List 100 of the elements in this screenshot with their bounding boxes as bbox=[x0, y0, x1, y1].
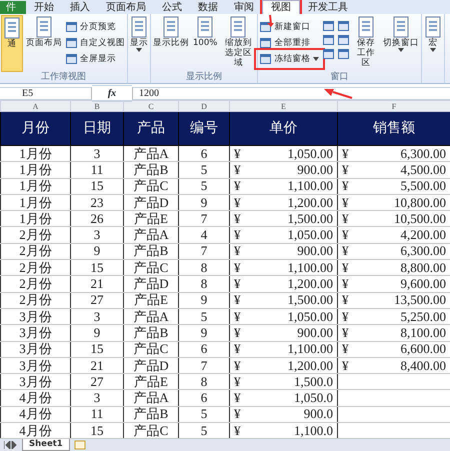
cell-value: 5,250.00 bbox=[400, 310, 446, 324]
table-cell: 15 bbox=[70, 341, 124, 358]
currency-symbol: ¥ bbox=[234, 374, 240, 389]
cell-value: 10,800.00 bbox=[394, 196, 446, 210]
column-header: 销售额 bbox=[338, 112, 450, 146]
table-cell: 1月份 bbox=[0, 146, 70, 162]
ribbon-button[interactable]: 缩放到选定区域 bbox=[220, 15, 256, 72]
ribbon-icon-button[interactable] bbox=[322, 35, 336, 45]
ribbon-button[interactable]: 自定义视图 bbox=[65, 37, 126, 49]
window-icon bbox=[338, 21, 350, 31]
cell-value: 4,500.00 bbox=[400, 162, 446, 177]
table-cell: 27 bbox=[70, 292, 124, 308]
column-letter[interactable]: D bbox=[178, 100, 230, 112]
ribbon-button[interactable]: 保存工作区 bbox=[352, 15, 380, 72]
column-header: 编号 bbox=[178, 112, 230, 146]
table-cell: 产品D bbox=[124, 276, 178, 292]
table-cell: 3月份 bbox=[0, 341, 70, 358]
table-cell: 8 bbox=[178, 374, 230, 390]
table-cell: 5 bbox=[178, 162, 230, 178]
cell-value: 9,600.00 bbox=[400, 277, 446, 292]
document-icon bbox=[3, 17, 21, 39]
cell-value: 1,500.00 bbox=[288, 212, 333, 226]
cell-value: 13,500.00 bbox=[394, 293, 446, 308]
table-cell: 4 bbox=[178, 226, 230, 244]
name-box[interactable]: E5 bbox=[0, 87, 92, 100]
table-cell: 23 bbox=[70, 194, 124, 211]
cell-value: 1,500.0 bbox=[294, 374, 333, 389]
currency-symbol: ¥ bbox=[234, 310, 240, 324]
cell-value: 5,500.00 bbox=[400, 179, 446, 194]
ribbon-tab[interactable]: 视图 bbox=[262, 0, 300, 14]
currency-symbol: ¥ bbox=[342, 358, 348, 372]
ribbon-icon-button[interactable] bbox=[322, 49, 336, 59]
document-icon bbox=[196, 16, 214, 38]
table-cell: 产品B bbox=[124, 324, 178, 342]
group-label: 显示比例 bbox=[185, 72, 224, 83]
ribbon-button[interactable]: 页面布局 bbox=[25, 15, 63, 72]
document-icon bbox=[424, 16, 442, 38]
document-icon bbox=[130, 16, 148, 38]
column-letter[interactable]: B bbox=[70, 100, 124, 112]
table-cell: 5 bbox=[178, 406, 230, 423]
table-cell: 6 bbox=[178, 390, 230, 406]
ribbon-tab[interactable]: 开发工具 bbox=[300, 1, 356, 14]
table-cell: 1月份 bbox=[0, 162, 70, 178]
column-letter[interactable]: A bbox=[0, 100, 70, 112]
ribbon-button[interactable]: 显示比例 bbox=[152, 15, 190, 72]
table-cell: 产品A bbox=[124, 308, 178, 325]
currency-symbol: ¥ bbox=[234, 342, 240, 356]
table-cell: 产品E bbox=[124, 210, 178, 227]
table-cell: 3月份 bbox=[0, 357, 70, 374]
table-cell: 2月份 bbox=[0, 292, 70, 308]
ribbon-button[interactable]: 显示 bbox=[129, 15, 149, 83]
currency-symbol: ¥ bbox=[234, 179, 240, 194]
ribbon-button[interactable]: 全部重排 bbox=[259, 37, 320, 49]
currency-symbol: ¥ bbox=[234, 326, 240, 340]
table-cell: 11 bbox=[70, 162, 124, 178]
column-letter[interactable]: F bbox=[338, 100, 450, 112]
formula-field[interactable]: 1200 bbox=[132, 87, 450, 100]
window-icon bbox=[323, 49, 334, 59]
currency-symbol: ¥ bbox=[234, 244, 240, 258]
ribbon-tab[interactable]: 公式 bbox=[154, 1, 190, 14]
ribbon-tab[interactable]: 审阅 bbox=[226, 1, 262, 14]
window-icon bbox=[338, 49, 350, 59]
cell-value: 1,500.00 bbox=[288, 293, 333, 308]
table-cell: 产品B bbox=[124, 243, 178, 260]
cell-value: 900.0 bbox=[304, 407, 333, 422]
cell-value: 1,100.00 bbox=[288, 179, 333, 194]
ribbon-button[interactable]: 全屏显示 bbox=[65, 53, 126, 65]
cell-value: 1,100.00 bbox=[288, 342, 333, 356]
group-label: 窗口 bbox=[330, 72, 350, 83]
currency-symbol: ¥ bbox=[342, 228, 348, 242]
table-cell: 6 bbox=[178, 341, 230, 358]
ribbon-icon-button[interactable] bbox=[337, 35, 350, 45]
ribbon-tab[interactable]: 开始 bbox=[26, 1, 62, 14]
currency-symbol: ¥ bbox=[342, 293, 348, 308]
cell-value: 1,200.00 bbox=[288, 196, 333, 210]
cell-value: 6,300.00 bbox=[400, 244, 446, 258]
window-icon bbox=[323, 21, 334, 31]
document-icon bbox=[229, 16, 248, 38]
ribbon-tab[interactable]: 插入 bbox=[62, 1, 98, 14]
table-cell: 产品D bbox=[124, 357, 178, 374]
table-cell: 4月份 bbox=[0, 390, 70, 406]
ribbon-icon-button[interactable] bbox=[337, 21, 350, 31]
ribbon-tab[interactable]: 页面布局 bbox=[98, 1, 154, 14]
table-cell: 7 bbox=[178, 243, 230, 260]
ribbon-tab[interactable]: 数据 bbox=[190, 1, 226, 14]
ribbon-icon-button[interactable] bbox=[337, 49, 350, 59]
ribbon-tab[interactable]: 件 bbox=[0, 1, 26, 14]
column-letter[interactable]: C bbox=[124, 100, 178, 112]
window-icon bbox=[338, 35, 350, 45]
ribbon-button[interactable]: 通 bbox=[1, 15, 23, 72]
column-letter[interactable]: E bbox=[230, 100, 338, 112]
ribbon-button[interactable]: 冻结窗格 bbox=[259, 53, 320, 65]
ribbon-button[interactable]: 分页预览 bbox=[65, 21, 126, 33]
ribbon-button[interactable]: 切换窗口 bbox=[382, 15, 420, 72]
ribbon-button[interactable]: 100% bbox=[192, 15, 218, 72]
ribbon-icon-button[interactable] bbox=[322, 21, 336, 31]
ribbon-button[interactable]: 宏 bbox=[422, 15, 443, 83]
table-cell: 4月份 bbox=[0, 406, 70, 423]
table-cell: 7 bbox=[178, 210, 230, 227]
sheet-tab[interactable]: Sheet1 bbox=[22, 439, 70, 451]
